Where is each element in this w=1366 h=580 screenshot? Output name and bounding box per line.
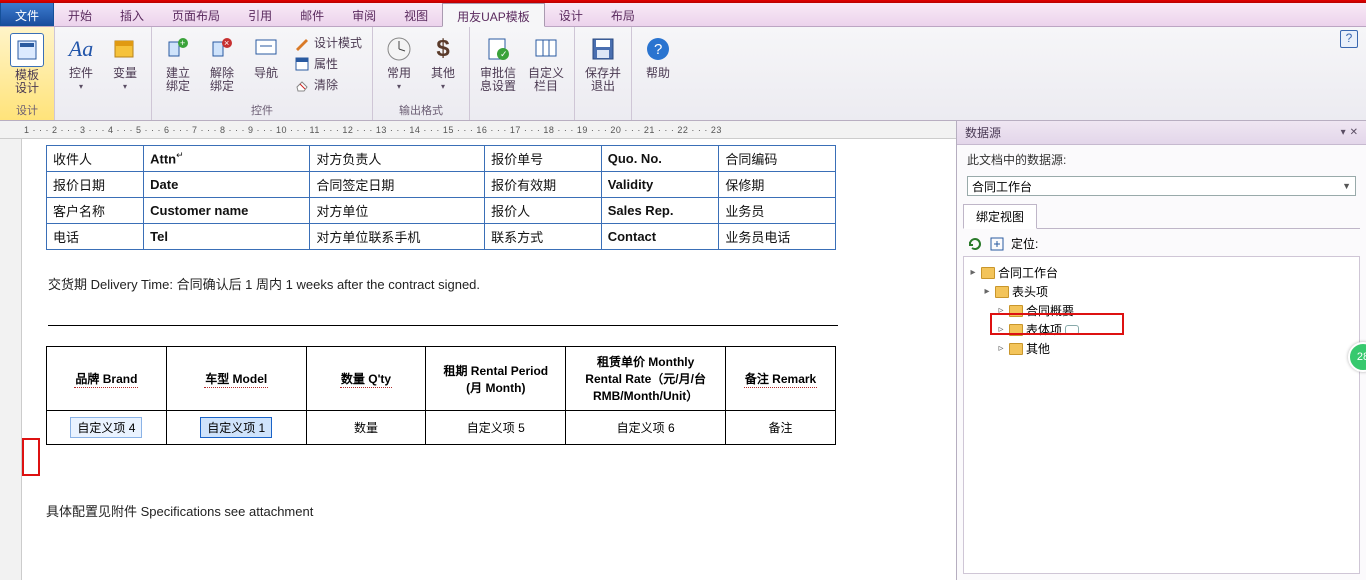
document-page: 收件人Attn↵对方负责人 报价单号Quo. No.合同编码 报价日期Date合… (22, 139, 956, 580)
menu-tab-8[interactable]: 设计 (545, 3, 597, 26)
menu-tab-3[interactable]: 引用 (234, 3, 286, 26)
svg-text:?: ? (654, 41, 662, 58)
menu-tab-0[interactable]: 开始 (54, 3, 106, 26)
menu-tab-1[interactable]: 插入 (106, 3, 158, 26)
menu-tab-6[interactable]: 视图 (390, 3, 442, 26)
pin-icon[interactable]: ▾ (1341, 127, 1346, 138)
clear-button[interactable]: 清除 (290, 75, 366, 94)
menu-file[interactable]: 文件 (0, 3, 54, 26)
custom-columns-button[interactable]: 自定义 栏目 (524, 31, 568, 95)
menu-tab-9[interactable]: 布局 (597, 3, 649, 26)
datasource-select[interactable]: 合同工作台▼ (967, 176, 1356, 196)
table-row[interactable]: 自定义项 4 自定义项 1 数量 自定义项 5 自定义项 6 备注 (47, 411, 836, 445)
vertical-ruler (0, 139, 22, 580)
close-icon[interactable]: ✕ (1350, 127, 1358, 138)
controls-button[interactable]: Aa 控件 (61, 31, 101, 93)
template-design-button[interactable]: 模板 设计 (6, 31, 48, 97)
field-custom1[interactable]: 自定义项 1 (200, 417, 272, 438)
tree-root[interactable]: ▸合同工作台 (968, 263, 1355, 282)
bind-remove-button[interactable]: × 解除 绑定 (202, 31, 242, 95)
bind-create-button[interactable]: + 建立 绑定 (158, 31, 198, 95)
panel-title: 数据源 (965, 124, 1001, 141)
approval-settings-button[interactable]: ✓ 审批信 息设置 (476, 31, 520, 95)
tree-header-items[interactable]: ▸表头项 (968, 282, 1355, 301)
variable-button[interactable]: 变量 (105, 31, 145, 93)
menu-bar: 文件 开始 插入 页面布局 引用 邮件 审阅 视图 用友UAP模板 设计 布局 (0, 3, 1366, 27)
ribbon: 模板 设计 设计 Aa 控件 变量 + 建立 绑定 × 解除 绑定 (0, 27, 1366, 121)
form-table: 收件人Attn↵对方负责人 报价单号Quo. No.合同编码 报价日期Date合… (46, 145, 836, 250)
expand-icon[interactable] (989, 236, 1005, 252)
field-custom4[interactable]: 自定义项 4 (70, 417, 142, 438)
other-format-button[interactable]: $ 其他 (423, 31, 463, 93)
delivery-text: 交货期 Delivery Time: 合同确认后 1 周内 1 weeks af… (48, 274, 946, 293)
highlight-row-handle (22, 438, 40, 476)
tree-other[interactable]: ▹其他 (968, 339, 1355, 358)
save-exit-button[interactable]: 保存并 退出 (581, 31, 625, 95)
panel-subtitle: 此文档中的数据源: (957, 145, 1366, 174)
datasource-panel: 数据源 ▾ ✕ 此文档中的数据源: 合同工作台▼ 绑定视图 定位: ▸合同工作台 … (956, 121, 1366, 580)
svg-text:+: + (180, 38, 185, 48)
chevron-down-icon: ▼ (1342, 181, 1351, 191)
svg-text:×: × (224, 38, 229, 48)
dollar-icon: $ (436, 35, 449, 63)
help-icon[interactable]: ? (1340, 30, 1358, 48)
refresh-icon[interactable] (967, 236, 983, 252)
help-button[interactable]: ? 帮助 (638, 31, 678, 82)
horizontal-ruler: 1 · · · 2 · · · 3 · · · 4 · · · 5 · · · … (0, 121, 956, 139)
locate-label: 定位: (1011, 235, 1038, 252)
highlight-body-items (990, 313, 1124, 335)
items-table: 品牌 Brand 车型 Model 数量 Q'ty 租期 Rental Peri… (46, 346, 836, 445)
attachment-note: 具体配置见附件 Specifications see attachment (46, 501, 946, 520)
design-mode-button[interactable]: 设计模式 (290, 33, 366, 52)
menu-tab-7[interactable]: 用友UAP模板 (442, 3, 545, 27)
menu-tab-4[interactable]: 邮件 (286, 3, 338, 26)
svg-text:✓: ✓ (500, 49, 508, 59)
tab-bindview[interactable]: 绑定视图 (963, 204, 1037, 229)
datasource-tree: ▸合同工作台 ▸表头项 ▹合同概要 ▹表体项 ▹其他 (963, 256, 1360, 574)
properties-button[interactable]: 属性 (290, 54, 366, 73)
menu-tab-2[interactable]: 页面布局 (158, 3, 234, 26)
separator-line (48, 325, 838, 326)
common-format-button[interactable]: 常用 (379, 31, 419, 93)
navigate-button[interactable]: 导航 (246, 31, 286, 82)
menu-tab-5[interactable]: 审阅 (338, 3, 390, 26)
